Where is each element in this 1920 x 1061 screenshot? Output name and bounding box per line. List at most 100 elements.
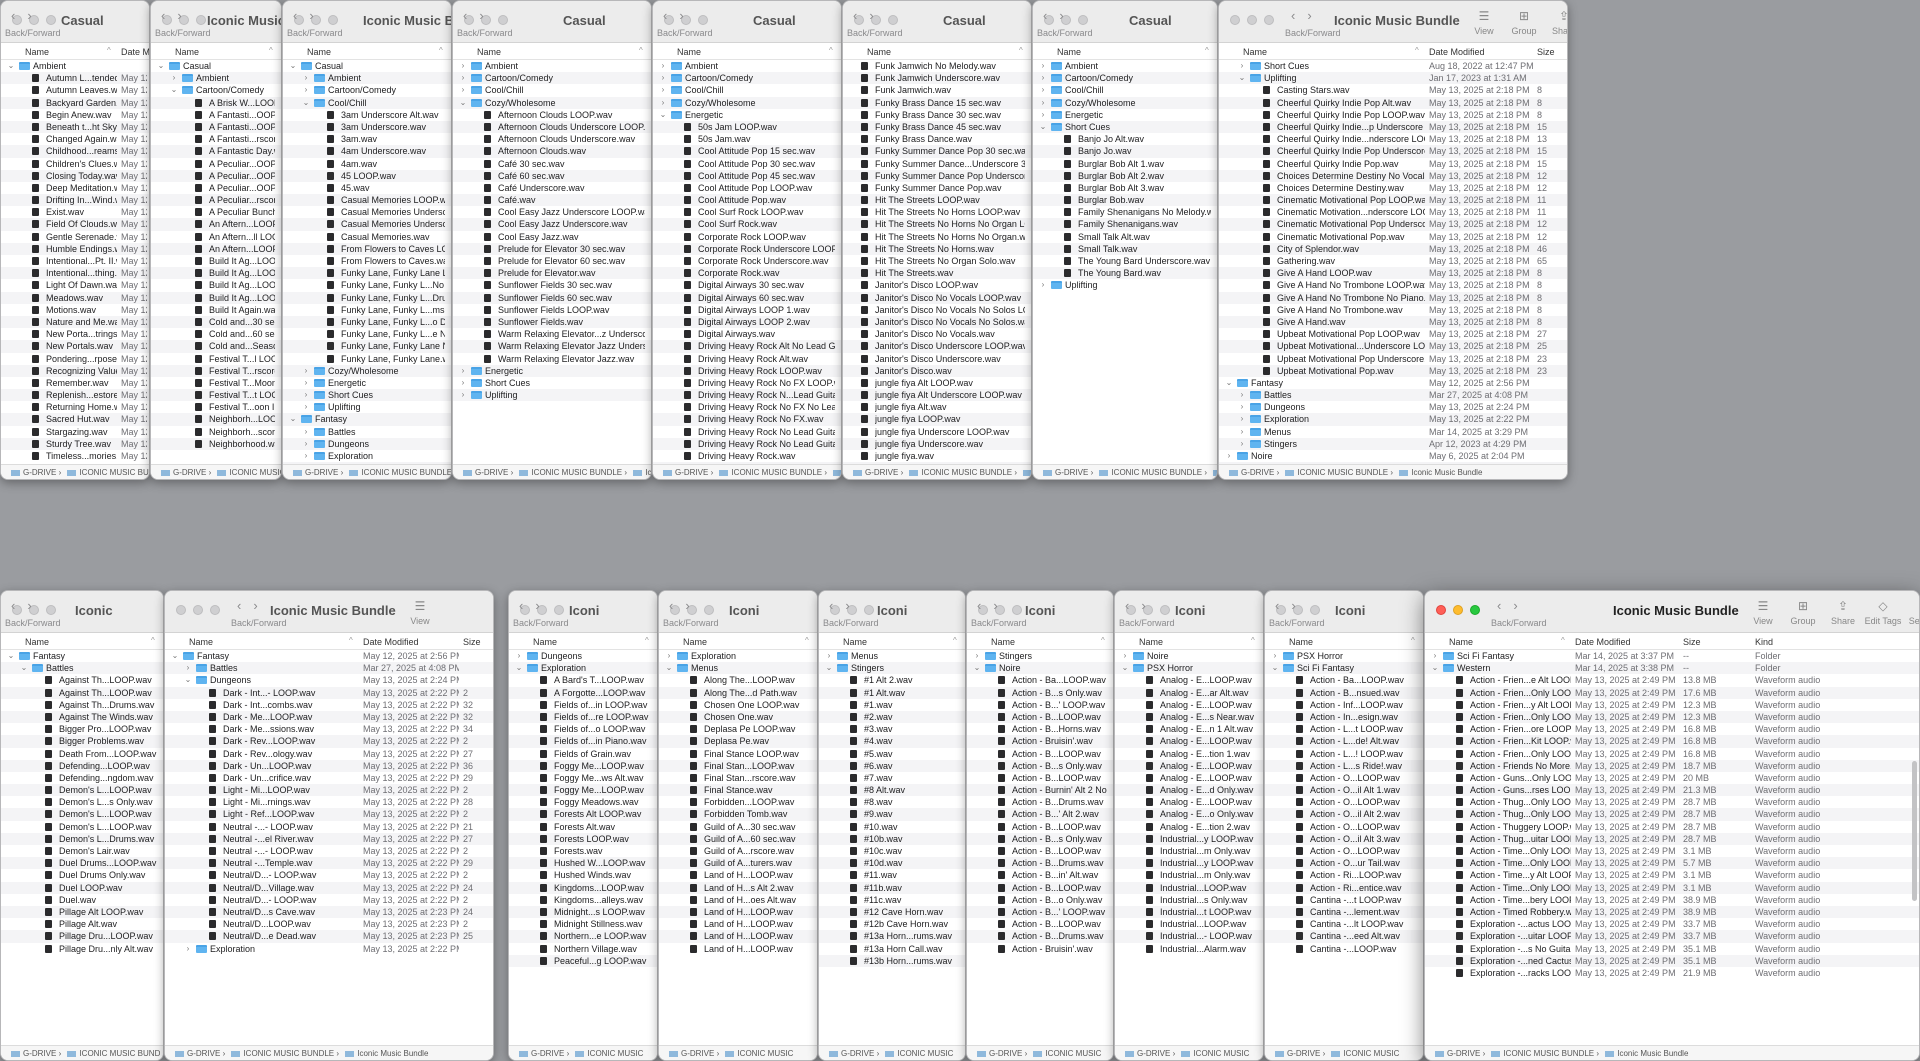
file-row[interactable]: An Aftern...LOOP.wav [151,218,281,231]
file-row[interactable]: #5.wav [819,748,965,760]
file-row[interactable]: Action - Thuggery LOOP.wavMay 13, 2025 a… [1425,821,1919,833]
file-row[interactable]: Light - Mi...rnings.wav May 13, 2025 at 2… [165,796,493,808]
view-button[interactable]: ☰ View [1743,599,1783,626]
file-row[interactable]: Land of H...LOOP.wav [659,918,817,930]
chevron-right-icon[interactable]: › [459,365,467,377]
forward-arrow-icon[interactable]: › [1141,599,1145,612]
folder-row[interactable]: › Ambient [653,60,841,72]
forward-arrow-icon[interactable]: › [479,9,483,22]
chevron-right-icon[interactable]: › [659,97,667,109]
file-row[interactable]: Pillage Alt.wav [1,918,163,930]
file-row[interactable]: Janitor's Disco No Vocals.wav [843,328,1031,340]
file-row[interactable]: Funky Brass Dance 15 sec.wav [843,96,1031,109]
chevron-right-icon[interactable]: › [1238,426,1246,438]
folder-row[interactable]: › Cozy/Wholesome [283,364,451,377]
column-size[interactable]: Size [1537,47,1555,57]
file-row[interactable]: Industrial...LOOP.wav [1115,881,1263,894]
path-bar[interactable]: G-DRIVE › ICONIC MUSIC [659,1045,817,1060]
file-row[interactable]: Driving Heavy Rock N...Lead Guitar LOOP.… [653,389,841,402]
chevron-down-icon[interactable]: ⌄ [1039,121,1047,133]
folder-row[interactable]: › Exploration May 13, 2025 at 2:22 PM [165,943,493,955]
file-row[interactable]: Hit The Streets No Horns No Organ.wav [843,231,1031,243]
sort-chevron-icon[interactable]: ^ [805,636,809,645]
file-row[interactable]: Backyard Garden.wavMay 12, 2025 [1,96,149,109]
back-forward-arrows[interactable]: ‹ › [1275,599,1296,612]
file-list[interactable]: › Ambient › Cartoon/Comedy › Cool/Chill › Cozy/… [1033,60,1217,466]
file-row[interactable]: Funky Lane, Funky L...No Organ LO [283,279,451,291]
file-row[interactable]: Burglar Bob Alt 2.wav [1033,169,1217,182]
chevron-right-icon[interactable]: › [302,389,310,401]
file-row[interactable]: Action - Frien...Only LOOP.wavMay 13, 20… [1425,710,1919,724]
folder-row[interactable]: › Cartoon/Comedy [453,72,651,85]
file-row[interactable]: Foggy Me...LOOP.wav [509,784,657,797]
title-bar[interactable]: ‹ › Back/Forward Iconic Music Bundle ☰ View [165,591,493,633]
file-row[interactable]: Light - Ref...LOOP.wav May 13, 2025 at 2:… [165,808,493,821]
file-row[interactable]: Action - B...LOOP.wav [967,881,1113,894]
file-row[interactable]: Analog - E...d Only.wav [1115,784,1263,797]
file-row[interactable]: Prelude for Elevator 60 sec.wav [453,255,651,267]
file-row[interactable]: Demon's Lair.wav [1,845,163,857]
chevron-down-icon[interactable]: ⌄ [665,662,673,674]
file-row[interactable]: jungle fiya Underscore LOOP.wav [843,426,1031,438]
file-row[interactable]: Neutral -...Temple.wav May 13, 2025 at 2:… [165,857,493,870]
chevron-right-icon[interactable]: › [459,389,467,401]
folder-row[interactable]: › Menus Mar 14, 2025 at 3:29 PM [1219,426,1567,438]
file-row[interactable]: Janitor's Disco.wav [843,364,1031,377]
file-row[interactable]: Intentional...thing.wavMay 12, 2025 [1,267,149,280]
file-row[interactable]: Neutral/D...- LOOP.wav May 13, 2025 at 2:… [165,894,493,906]
file-row[interactable]: New Porta...trings.wavMay 12, 2025 [1,328,149,340]
forward-arrow-icon[interactable]: › [679,9,683,22]
folder-row[interactable]: ⌄ Dungeons May 13, 2025 at 2:24 PM [165,674,493,686]
file-row[interactable]: Gathering.wav May 13, 2025 at 2:18 PM 65 [1219,255,1567,267]
chevron-right-icon[interactable]: › [184,662,192,674]
path-item[interactable]: G-DRIVE [865,468,898,477]
back-arrow-icon[interactable]: ‹ [11,599,15,612]
file-row[interactable]: jungle fiya Alt.wav [843,401,1031,413]
path-bar[interactable]: G-DRIVE › ICONIC MUSIC [1265,1045,1423,1060]
back-arrow-icon[interactable]: ‹ [829,599,833,612]
file-row[interactable]: Casting Stars.wav May 13, 2025 at 2:18 PM… [1219,84,1567,96]
forward-arrow-icon[interactable]: › [27,599,31,612]
file-row[interactable]: Action - O...LOOP.wav [1265,796,1423,808]
file-row[interactable]: Action - Frien...ore LOOP.wavMay 13, 202… [1425,723,1919,735]
file-row[interactable]: Stargazing.wavMay 12, 2025 [1,426,149,438]
chevron-right-icon[interactable]: › [1431,650,1439,662]
file-row[interactable]: Fields of...in LOOP.wav [509,699,657,711]
forward-arrow-icon[interactable]: › [535,599,539,612]
file-row[interactable]: Build It Ag...LOOP.wav [151,255,281,267]
file-row[interactable]: Funky Lane, Funky L...e No Organ LO [283,328,451,340]
chevron-down-icon[interactable]: ⌄ [1271,662,1279,674]
chevron-down-icon[interactable]: ⌄ [289,413,297,425]
minimize-button[interactable] [193,605,203,615]
folder-row[interactable]: ⌄ Battles [1,662,163,675]
file-row[interactable]: Analog - E...LOOP.wav [1115,699,1263,711]
file-row[interactable]: Industrial...LOOP.wav [1115,918,1263,930]
path-item[interactable]: G-DRIVE [23,468,56,477]
file-row[interactable]: Children's Clues.wavMay 12, 2025 [1,158,149,170]
file-list[interactable]: ⌄ Fantasy ⌄ Battles Against Th...LOOP.wav Aga… [1,650,163,1047]
folder-row[interactable]: › Cozy/Wholesome [653,96,841,109]
file-row[interactable]: Autumn L...tended.wavMay 12, 2025 [1,72,149,85]
file-row[interactable]: Cool Easy Jazz Underscore LOOP.wav [453,206,651,218]
title-bar[interactable]: ‹ › Back/Forward Iconi [509,591,657,633]
file-row[interactable]: Action - L...t LOOP.wav [1265,723,1423,735]
file-row[interactable]: Land of H...LOOP.wav [659,930,817,943]
file-row[interactable]: Sturdy Tree.wavMay 12, 2025 [1,437,149,450]
file-row[interactable]: Casual Memories LOOP.wav [283,194,451,207]
column-name[interactable]: Name [683,637,707,647]
file-row[interactable]: Neutral -...el River.wav May 13, 2025 at … [165,832,493,845]
title-bar[interactable]: ‹›Back/ForwardIconic Music Bundle [151,1,281,43]
file-row[interactable]: Corporate Rock Underscore LOOP.wav [653,242,841,255]
file-row[interactable]: Final Stance.wav [659,784,817,797]
file-row[interactable]: Funky Lane, Funky Lane LOOP.wav [283,267,451,280]
file-row[interactable]: Action - B...o Only.wav [967,894,1113,906]
folder-row[interactable]: › Battles [283,426,451,438]
folder-row[interactable]: ⌄ Western Mar 14, 2025 at 3:38 PM -- Folder [1425,662,1919,675]
back-forward-arrows[interactable]: ‹ › [1043,9,1064,22]
back-forward-arrows[interactable]: ‹ › [237,599,258,612]
title-bar[interactable]: ‹ › Back/Forward Iconi [967,591,1113,633]
file-row[interactable]: Warm Relaxing Elevator Jazz Underscore.w… [453,340,651,353]
file-row[interactable]: Janitor's Disco Underscore LOOP.wav [843,340,1031,353]
back-arrow-icon[interactable]: ‹ [1291,9,1295,22]
file-row[interactable]: Action - B...Drums.wav [967,930,1113,943]
